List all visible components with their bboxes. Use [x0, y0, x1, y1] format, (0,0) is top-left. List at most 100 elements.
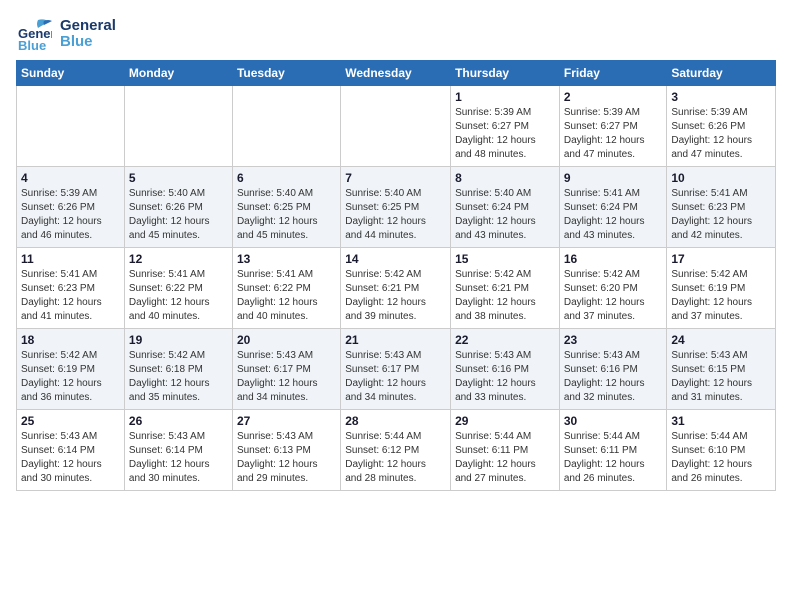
day-info: Sunrise: 5:42 AM Sunset: 6:20 PM Dayligh… — [564, 268, 663, 324]
day-number: 16 — [564, 252, 663, 266]
day-number: 25 — [21, 414, 120, 428]
day-info: Sunrise: 5:39 AM Sunset: 6:26 PM Dayligh… — [671, 106, 771, 162]
calendar-cell: 14Sunrise: 5:42 AM Sunset: 6:21 PM Dayli… — [341, 248, 451, 329]
day-info: Sunrise: 5:43 AM Sunset: 6:17 PM Dayligh… — [345, 349, 446, 405]
day-number: 13 — [237, 252, 336, 266]
day-number: 2 — [564, 90, 663, 104]
calendar-cell: 13 Sunrise: 5:41 AM Sunset: 6:22 PM Dayli… — [232, 248, 340, 329]
column-header-sunday: Sunday — [17, 61, 125, 86]
svg-text:Blue: Blue — [18, 38, 46, 52]
calendar-cell: 3 Sunrise: 5:39 AM Sunset: 6:26 PM Daylig… — [667, 86, 776, 167]
day-number: 12 — [129, 252, 228, 266]
calendar-week-row: 25 Sunrise: 5:43 AM Sunset: 6:14 PM Dayli… — [17, 410, 776, 491]
logo-icon: General Blue — [16, 16, 52, 52]
day-number: 3 — [671, 90, 771, 104]
day-info: Sunrise: 5:42 AM Sunset: 6:19 PM Dayligh… — [21, 349, 120, 405]
column-header-friday: Friday — [559, 61, 667, 86]
calendar-cell: 2 Sunrise: 5:39 AM Sunset: 6:27 PM Daylig… — [559, 86, 667, 167]
calendar-cell: 21 Sunrise: 5:43 AM Sunset: 6:17 PM Dayli… — [341, 329, 451, 410]
calendar-cell: 31 Sunrise: 5:44 AM Sunset: 6:10 PM Dayli… — [667, 410, 776, 491]
calendar-cell: 5Sunrise: 5:40 AM Sunset: 6:26 PM Daylig… — [124, 167, 232, 248]
day-info: Sunrise: 5:41 AM Sunset: 6:22 PM Dayligh… — [237, 268, 336, 324]
day-number: 5 — [129, 171, 228, 185]
calendar-cell: 29Sunrise: 5:44 AM Sunset: 6:11 PM Dayli… — [451, 410, 560, 491]
calendar-cell — [17, 86, 125, 167]
day-info: Sunrise: 5:41 AM Sunset: 6:23 PM Dayligh… — [671, 187, 771, 243]
day-info: Sunrise: 5:42 AM Sunset: 6:18 PM Dayligh… — [129, 349, 228, 405]
day-number: 31 — [671, 414, 771, 428]
day-number: 21 — [345, 333, 446, 347]
calendar-cell: 12Sunrise: 5:41 AM Sunset: 6:22 PM Dayli… — [124, 248, 232, 329]
logo-blue-text: Blue — [60, 34, 116, 51]
calendar-week-row: 1Sunrise: 5:39 AM Sunset: 6:27 PM Daylig… — [17, 86, 776, 167]
calendar-cell: 1Sunrise: 5:39 AM Sunset: 6:27 PM Daylig… — [451, 86, 560, 167]
day-info: Sunrise: 5:40 AM Sunset: 6:24 PM Dayligh… — [455, 187, 555, 243]
day-info: Sunrise: 5:44 AM Sunset: 6:12 PM Dayligh… — [345, 430, 446, 486]
day-info: Sunrise: 5:43 AM Sunset: 6:14 PM Dayligh… — [21, 430, 120, 486]
page-header: General Blue General Blue — [16, 16, 776, 52]
day-info: Sunrise: 5:40 AM Sunset: 6:25 PM Dayligh… — [345, 187, 446, 243]
day-info: Sunrise: 5:42 AM Sunset: 6:19 PM Dayligh… — [671, 268, 771, 324]
day-number: 10 — [671, 171, 771, 185]
day-info: Sunrise: 5:41 AM Sunset: 6:23 PM Dayligh… — [21, 268, 120, 324]
day-info: Sunrise: 5:43 AM Sunset: 6:16 PM Dayligh… — [564, 349, 663, 405]
day-info: Sunrise: 5:44 AM Sunset: 6:11 PM Dayligh… — [564, 430, 663, 486]
calendar-week-row: 18 Sunrise: 5:42 AM Sunset: 6:19 PM Dayli… — [17, 329, 776, 410]
column-header-tuesday: Tuesday — [232, 61, 340, 86]
day-number: 4 — [21, 171, 120, 185]
day-number: 30 — [564, 414, 663, 428]
day-number: 20 — [237, 333, 336, 347]
day-number: 19 — [129, 333, 228, 347]
day-info: Sunrise: 5:39 AM Sunset: 6:27 PM Dayligh… — [564, 106, 663, 162]
day-info: Sunrise: 5:43 AM Sunset: 6:17 PM Dayligh… — [237, 349, 336, 405]
calendar-week-row: 4 Sunrise: 5:39 AM Sunset: 6:26 PM Daylig… — [17, 167, 776, 248]
calendar-cell — [341, 86, 451, 167]
day-number: 24 — [671, 333, 771, 347]
calendar-cell: 22 Sunrise: 5:43 AM Sunset: 6:16 PM Dayli… — [451, 329, 560, 410]
day-info: Sunrise: 5:41 AM Sunset: 6:24 PM Dayligh… — [564, 187, 663, 243]
calendar-cell: 25 Sunrise: 5:43 AM Sunset: 6:14 PM Dayli… — [17, 410, 125, 491]
day-info: Sunrise: 5:43 AM Sunset: 6:13 PM Dayligh… — [237, 430, 336, 486]
column-header-wednesday: Wednesday — [341, 61, 451, 86]
calendar-cell: 4 Sunrise: 5:39 AM Sunset: 6:26 PM Daylig… — [17, 167, 125, 248]
day-number: 29 — [455, 414, 555, 428]
day-number: 27 — [237, 414, 336, 428]
calendar-cell: 17 Sunrise: 5:42 AM Sunset: 6:19 PM Dayli… — [667, 248, 776, 329]
calendar-cell: 15 Sunrise: 5:42 AM Sunset: 6:21 PM Dayli… — [451, 248, 560, 329]
day-info: Sunrise: 5:42 AM Sunset: 6:21 PM Dayligh… — [455, 268, 555, 324]
calendar-cell: 23 Sunrise: 5:43 AM Sunset: 6:16 PM Dayli… — [559, 329, 667, 410]
calendar-cell: 10 Sunrise: 5:41 AM Sunset: 6:23 PM Dayli… — [667, 167, 776, 248]
column-header-thursday: Thursday — [451, 61, 560, 86]
calendar-cell: 28 Sunrise: 5:44 AM Sunset: 6:12 PM Dayli… — [341, 410, 451, 491]
day-number: 26 — [129, 414, 228, 428]
day-number: 9 — [564, 171, 663, 185]
calendar-cell: 6Sunrise: 5:40 AM Sunset: 6:25 PM Daylig… — [232, 167, 340, 248]
day-info: Sunrise: 5:43 AM Sunset: 6:14 PM Dayligh… — [129, 430, 228, 486]
calendar-cell: 19 Sunrise: 5:42 AM Sunset: 6:18 PM Dayli… — [124, 329, 232, 410]
day-info: Sunrise: 5:42 AM Sunset: 6:21 PM Dayligh… — [345, 268, 446, 324]
logo-general-text: General — [60, 18, 116, 35]
calendar-cell: 16 Sunrise: 5:42 AM Sunset: 6:20 PM Dayli… — [559, 248, 667, 329]
calendar-cell: 11Sunrise: 5:41 AM Sunset: 6:23 PM Dayli… — [17, 248, 125, 329]
logo: General Blue General Blue — [16, 16, 116, 52]
calendar-week-row: 11Sunrise: 5:41 AM Sunset: 6:23 PM Dayli… — [17, 248, 776, 329]
day-info: Sunrise: 5:39 AM Sunset: 6:26 PM Dayligh… — [21, 187, 120, 243]
day-number: 28 — [345, 414, 446, 428]
day-info: Sunrise: 5:44 AM Sunset: 6:10 PM Dayligh… — [671, 430, 771, 486]
day-number: 15 — [455, 252, 555, 266]
day-number: 22 — [455, 333, 555, 347]
calendar-header-row: SundayMondayTuesdayWednesdayThursdayFrid… — [17, 61, 776, 86]
calendar-cell — [232, 86, 340, 167]
day-number: 17 — [671, 252, 771, 266]
calendar-cell: 20 Sunrise: 5:43 AM Sunset: 6:17 PM Dayli… — [232, 329, 340, 410]
day-number: 8 — [455, 171, 555, 185]
day-info: Sunrise: 5:40 AM Sunset: 6:25 PM Dayligh… — [237, 187, 336, 243]
day-info: Sunrise: 5:43 AM Sunset: 6:15 PM Dayligh… — [671, 349, 771, 405]
calendar-table: SundayMondayTuesdayWednesdayThursdayFrid… — [16, 60, 776, 491]
day-number: 23 — [564, 333, 663, 347]
calendar-cell: 7Sunrise: 5:40 AM Sunset: 6:25 PM Daylig… — [341, 167, 451, 248]
calendar-cell: 9 Sunrise: 5:41 AM Sunset: 6:24 PM Daylig… — [559, 167, 667, 248]
day-number: 18 — [21, 333, 120, 347]
calendar-cell: 30 Sunrise: 5:44 AM Sunset: 6:11 PM Dayli… — [559, 410, 667, 491]
day-info: Sunrise: 5:43 AM Sunset: 6:16 PM Dayligh… — [455, 349, 555, 405]
